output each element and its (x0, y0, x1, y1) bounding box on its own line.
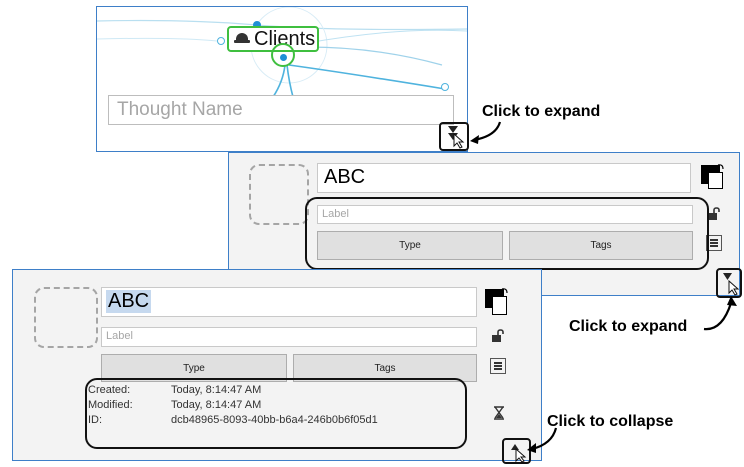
node-anchor (280, 54, 287, 61)
hourglass-icon[interactable] (493, 406, 505, 420)
thought-type-icon (234, 33, 250, 45)
details-highlight (85, 378, 467, 449)
lock-icon[interactable] (707, 207, 721, 221)
menu-icon[interactable] (490, 358, 506, 374)
cursor-icon (448, 126, 465, 149)
expand-toggle-highlight-top (439, 122, 469, 151)
thought-icon-placeholder[interactable] (249, 164, 309, 225)
label-placeholder: Label (106, 330, 133, 342)
thought-name-placeholder: Thought Name (117, 99, 243, 120)
thought-name-input[interactable]: Thought Name (108, 95, 454, 125)
label-type-tags-highlight (305, 197, 709, 270)
color-swap-icon[interactable] (701, 163, 725, 191)
annotation-arrow-1 (470, 121, 502, 144)
thought-name-input[interactable]: ABC (101, 287, 477, 317)
thought-name-value-selected: ABC (106, 290, 152, 313)
lock-icon[interactable] (491, 329, 505, 343)
thought-panel-collapsed: Clients Thought Name (96, 6, 468, 152)
label-input[interactable]: Label (101, 327, 477, 347)
thought-name-value: ABC (324, 166, 366, 188)
annotation-arrow-2 (703, 296, 737, 331)
annotation-arrow-3 (527, 427, 558, 453)
annotation-click-to-expand-2: Click to expand (569, 318, 688, 335)
thought-name-input[interactable]: ABC (317, 163, 691, 193)
color-swap-icon[interactable] (485, 287, 509, 317)
annotation-click-to-collapse: Click to collapse (547, 413, 674, 430)
thought-icon-placeholder[interactable] (34, 287, 98, 348)
